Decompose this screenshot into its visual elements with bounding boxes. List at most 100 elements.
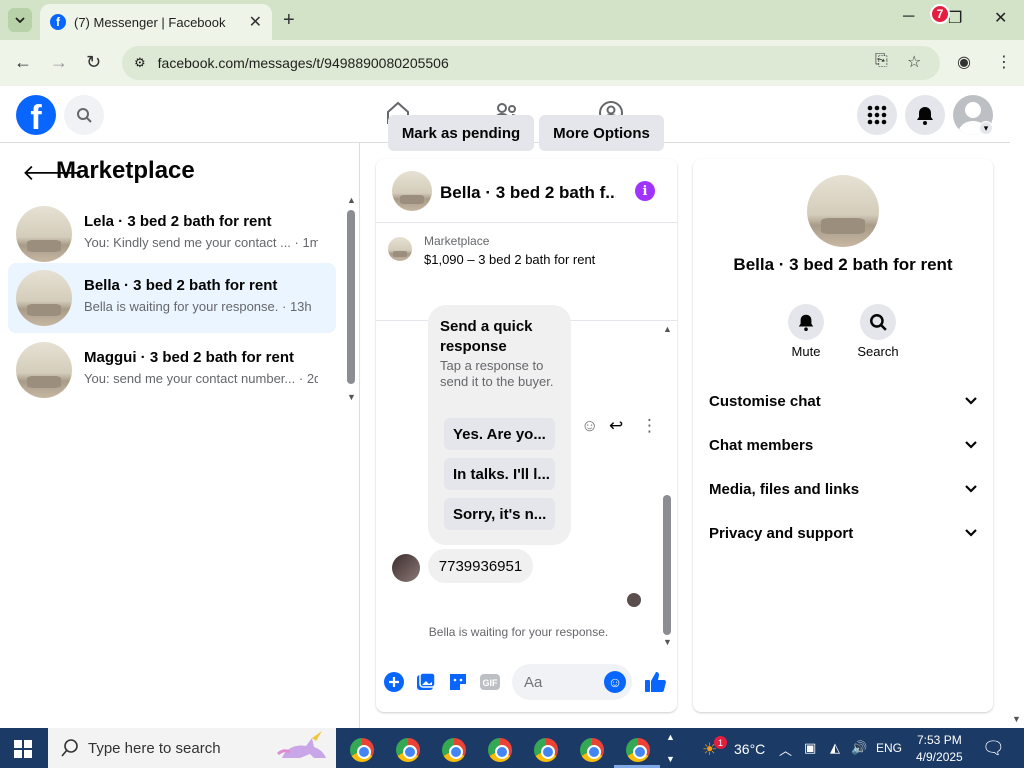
- meet-now-icon[interactable]: ▣: [804, 740, 816, 756]
- bell-icon: [917, 107, 933, 125]
- quick-response-option[interactable]: Yes. Are yo...: [444, 418, 555, 450]
- forward-icon[interactable]: →: [50, 52, 68, 73]
- more-actions-icon[interactable]: ⋮: [641, 416, 658, 436]
- quick-response-option[interactable]: Sorry, it's n...: [444, 498, 555, 530]
- gif-button[interactable]: GIF: [478, 670, 502, 694]
- reload-icon[interactable]: ↻: [86, 52, 101, 73]
- chevron-down-icon[interactable]: ▾: [979, 121, 993, 135]
- listing-price[interactable]: $1,090 – 3 bed 2 bath for rent: [424, 252, 595, 267]
- network-icon[interactable]: ◭: [830, 740, 840, 756]
- profile-icon[interactable]: ◉: [957, 52, 971, 72]
- row-label: Privacy and support: [709, 524, 854, 542]
- info-icon[interactable]: i: [635, 181, 655, 201]
- emoji-icon[interactable]: ☺: [604, 671, 626, 693]
- react-emoji-icon[interactable]: ☺: [581, 416, 598, 436]
- row-label: Chat members: [709, 436, 814, 454]
- reply-icon[interactable]: ↩: [609, 416, 623, 436]
- scroll-up-arrow-icon[interactable]: ▲: [347, 195, 356, 205]
- message-bubble[interactable]: 7739936951: [428, 549, 533, 583]
- back-icon[interactable]: ←: [14, 52, 32, 73]
- temperature-text[interactable]: 36°C: [734, 741, 765, 757]
- minimize-icon[interactable]: ─: [903, 8, 914, 26]
- taskbar-scroll-down-icon[interactable]: ▼: [666, 754, 675, 764]
- chat-header: Bella · 3 bed 2 bath f... i: [376, 159, 677, 223]
- facebook-search-button[interactable]: [64, 95, 104, 135]
- quick-response-subtitle: Tap a response to send it to the buyer.: [440, 358, 554, 389]
- facebook-favicon-icon: f: [50, 14, 66, 30]
- attach-photo-button[interactable]: [414, 670, 438, 694]
- windows-start-icon[interactable]: [14, 740, 32, 758]
- hidden-icons-chevron-icon[interactable]: ︿: [779, 740, 792, 759]
- search-in-chat-button[interactable]: Search: [848, 304, 908, 359]
- notification-badge: 7: [930, 4, 950, 24]
- chrome-taskbar-icon[interactable]: [396, 738, 420, 762]
- customise-chat-row[interactable]: Customise chat: [709, 383, 977, 419]
- mute-button[interactable]: Mute: [776, 304, 836, 359]
- thumbs-up-icon: [645, 672, 666, 692]
- chrome-taskbar-icon-active[interactable]: [626, 738, 650, 762]
- search-label: Search: [857, 344, 899, 359]
- chat-members-row[interactable]: Chat members: [709, 427, 977, 463]
- scroll-up-arrow-icon[interactable]: ▲: [663, 324, 672, 334]
- media-files-links-row[interactable]: Media, files and links: [709, 471, 977, 507]
- listing-thumbnail: [388, 237, 412, 261]
- clock-time[interactable]: 7:53 PM: [917, 733, 962, 747]
- quick-response-title: Send a quick response: [440, 318, 533, 355]
- chrome-taskbar-icon[interactable]: [350, 738, 374, 762]
- chat-list-scrollbar[interactable]: [347, 210, 355, 384]
- tab-title: (7) Messenger | Facebook: [74, 14, 226, 30]
- search-icon: [77, 108, 92, 123]
- page-scroll-down-arrow-icon[interactable]: ▼: [1012, 714, 1021, 724]
- browser-tab-bar: f (7) Messenger | Facebook ✕ + ─ ❐ ✕: [0, 0, 1024, 40]
- plus-circle-icon: [384, 672, 404, 692]
- conversation-preview: You: send me your contact number... · 2d: [84, 371, 318, 386]
- scroll-down-arrow-icon[interactable]: ▼: [663, 637, 672, 647]
- bell-icon: [798, 314, 814, 331]
- close-window-icon[interactable]: ✕: [994, 8, 1007, 28]
- bookmark-star-icon[interactable]: ☆: [907, 52, 921, 72]
- chat-scrollbar[interactable]: [663, 495, 671, 635]
- photo-icon: [417, 672, 436, 690]
- site-info-icon[interactable]: ⚙: [134, 55, 146, 71]
- facebook-logo-icon[interactable]: f: [16, 95, 56, 135]
- chrome-taskbar-icon[interactable]: [534, 738, 558, 762]
- install-app-icon[interactable]: ⎘: [875, 52, 888, 70]
- new-tab-button[interactable]: +: [283, 9, 295, 32]
- language-indicator[interactable]: ENG: [876, 741, 902, 755]
- gif-icon: GIF: [480, 674, 500, 690]
- quick-response-option[interactable]: In talks. I'll l...: [444, 458, 555, 490]
- notifications-button[interactable]: [905, 95, 945, 135]
- privacy-support-row[interactable]: Privacy and support: [709, 515, 977, 551]
- sender-avatar[interactable]: [392, 554, 420, 582]
- menu-grid-button[interactable]: [857, 95, 897, 135]
- chat-title[interactable]: Bella · 3 bed 2 bath f...: [440, 183, 616, 203]
- conversation-item[interactable]: Lela · 3 bed 2 bath for rent You: Kindly…: [8, 199, 336, 269]
- grid-menu-icon: [867, 105, 887, 125]
- scroll-down-arrow-icon[interactable]: ▼: [347, 392, 356, 402]
- taskbar-scroll-up-icon[interactable]: ▲: [666, 732, 675, 742]
- panel-title: Marketplace: [56, 157, 195, 184]
- url-bar[interactable]: ⚙ facebook.com/messages/t/94988900802055…: [122, 46, 940, 80]
- volume-icon[interactable]: 🔊: [851, 740, 867, 756]
- chrome-taskbar-icon[interactable]: [488, 738, 512, 762]
- browser-menu-icon[interactable]: ⋮: [996, 52, 1012, 72]
- mark-as-pending-button[interactable]: Mark as pending: [388, 115, 534, 151]
- tab-search-dropdown[interactable]: [8, 8, 32, 32]
- more-options-button[interactable]: More Options: [539, 115, 664, 151]
- listing-thumbnail[interactable]: [392, 171, 432, 211]
- sticker-button[interactable]: [446, 670, 470, 694]
- conversation-item-active[interactable]: Bella · 3 bed 2 bath for rent Bella is w…: [8, 263, 336, 333]
- clock-date[interactable]: 4/9/2025: [916, 750, 963, 764]
- svg-text:GIF: GIF: [483, 678, 499, 688]
- chrome-taskbar-icon[interactable]: [442, 738, 466, 762]
- like-button[interactable]: [643, 670, 667, 694]
- chrome-taskbar-icon[interactable]: [580, 738, 604, 762]
- maximize-icon[interactable]: ❐: [948, 8, 962, 28]
- taskbar-search-box[interactable]: Type here to search: [48, 728, 336, 768]
- close-tab-icon[interactable]: ✕: [249, 12, 262, 32]
- more-actions-plus-button[interactable]: [382, 670, 406, 694]
- browser-tab[interactable]: f (7) Messenger | Facebook ✕: [40, 4, 272, 40]
- notification-center-icon[interactable]: 🗨: [982, 738, 1005, 759]
- listing-thumbnail: [16, 270, 72, 326]
- conversation-item[interactable]: Maggui · 3 bed 2 bath for rent You: send…: [8, 335, 336, 405]
